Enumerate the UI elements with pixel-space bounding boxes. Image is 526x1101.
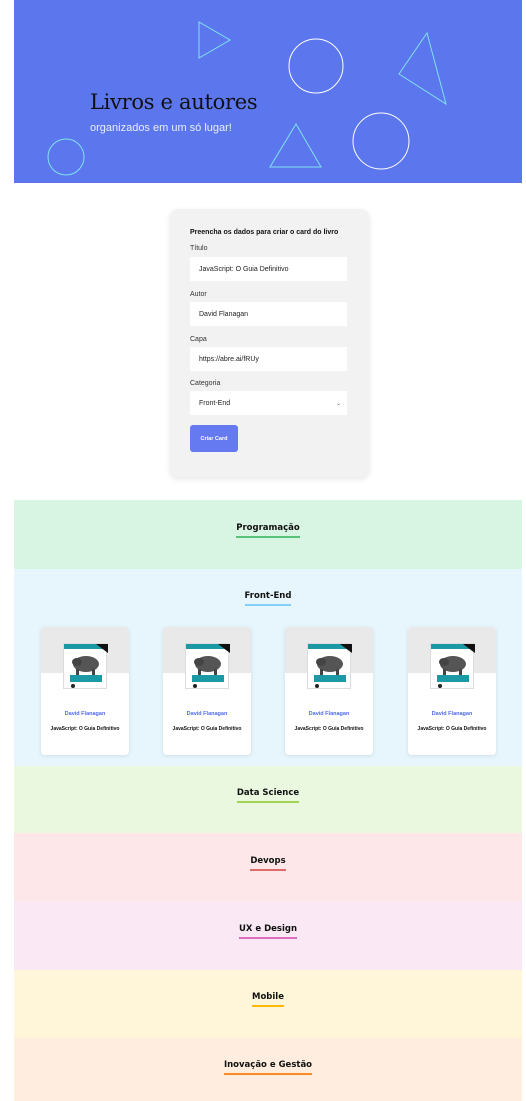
book-title: JavaScript: O Guia Definitivo bbox=[172, 726, 242, 732]
book-cover-image bbox=[185, 643, 230, 689]
circle-shape bbox=[352, 112, 410, 170]
cover-input[interactable]: https://abre.ai/fRUy bbox=[190, 347, 347, 371]
book-author: David Flanagan bbox=[431, 711, 473, 717]
cover-label: Capa bbox=[190, 336, 207, 343]
author-label: Autor bbox=[190, 291, 207, 298]
hero-banner: Livros e autores organizados em um só lu… bbox=[14, 0, 522, 183]
form-heading: Preencha os dados para criar o card do l… bbox=[190, 229, 339, 236]
circle-shape bbox=[47, 138, 85, 176]
book-card[interactable]: David Flanagan JavaScript: O Guia Defini… bbox=[163, 627, 251, 755]
circle-shape bbox=[288, 38, 344, 94]
section-devops: Devops bbox=[14, 833, 522, 901]
book-title: JavaScript: O Guia Definitivo bbox=[294, 726, 364, 732]
book-title: JavaScript: O Guia Definitivo bbox=[417, 726, 487, 732]
category-select-value: Front-End bbox=[199, 399, 231, 407]
section-ux-design: UX e Design bbox=[14, 901, 522, 970]
title-input[interactable]: JavaScript: O Guia Definitivo bbox=[190, 257, 347, 281]
book-author: David Flanagan bbox=[308, 711, 350, 717]
book-author: David Flanagan bbox=[186, 711, 228, 717]
section-programacao: Programação bbox=[14, 500, 522, 569]
triangle-shape bbox=[198, 21, 231, 59]
section-title: Devops bbox=[14, 856, 522, 871]
triangle-shape bbox=[269, 123, 322, 168]
book-card[interactable]: David Flanagan JavaScript: O Guia Defini… bbox=[41, 627, 129, 755]
book-title: JavaScript: O Guia Definitivo bbox=[50, 726, 120, 732]
triangle-shape bbox=[398, 31, 447, 106]
banner-title: Livros e autores bbox=[90, 90, 258, 114]
author-input-value: David Flanagan bbox=[199, 310, 249, 318]
section-title: Front-End bbox=[14, 591, 522, 606]
book-cover-image bbox=[307, 643, 352, 689]
create-card-button[interactable]: Criar Card bbox=[190, 425, 238, 452]
book-card[interactable]: David Flanagan JavaScript: O Guia Defini… bbox=[408, 627, 496, 755]
section-inovacao-gestao: Inovação e Gestão bbox=[14, 1038, 522, 1101]
section-title: Inovação e Gestão bbox=[14, 1060, 522, 1075]
book-cover-image bbox=[63, 643, 108, 689]
category-label: Categoria bbox=[190, 380, 221, 387]
title-label: Título bbox=[190, 245, 208, 252]
section-title: Programação bbox=[14, 523, 522, 538]
section-data-science: Data Science bbox=[14, 766, 522, 833]
chevron-down-icon: ⌄ bbox=[335, 400, 341, 407]
section-mobile: Mobile bbox=[14, 970, 522, 1038]
section-front-end: Front-End David Flanagan JavaScript: O G… bbox=[14, 569, 522, 766]
author-input[interactable]: David Flanagan bbox=[190, 302, 347, 326]
section-title: Mobile bbox=[14, 992, 522, 1007]
title-input-value: JavaScript: O Guia Definitivo bbox=[199, 265, 289, 273]
book-author: David Flanagan bbox=[64, 711, 106, 717]
cover-input-value: https://abre.ai/fRUy bbox=[199, 355, 259, 363]
book-card[interactable]: David Flanagan JavaScript: O Guia Defini… bbox=[285, 627, 373, 755]
book-form: Preencha os dados para criar o card do l… bbox=[170, 209, 369, 477]
book-cover-image bbox=[430, 643, 475, 689]
section-title: UX e Design bbox=[14, 924, 522, 939]
section-title: Data Science bbox=[14, 788, 522, 803]
banner-subtitle: organizados em um só lugar! bbox=[90, 122, 232, 134]
category-select[interactable]: Front-End ⌄ bbox=[190, 391, 347, 415]
